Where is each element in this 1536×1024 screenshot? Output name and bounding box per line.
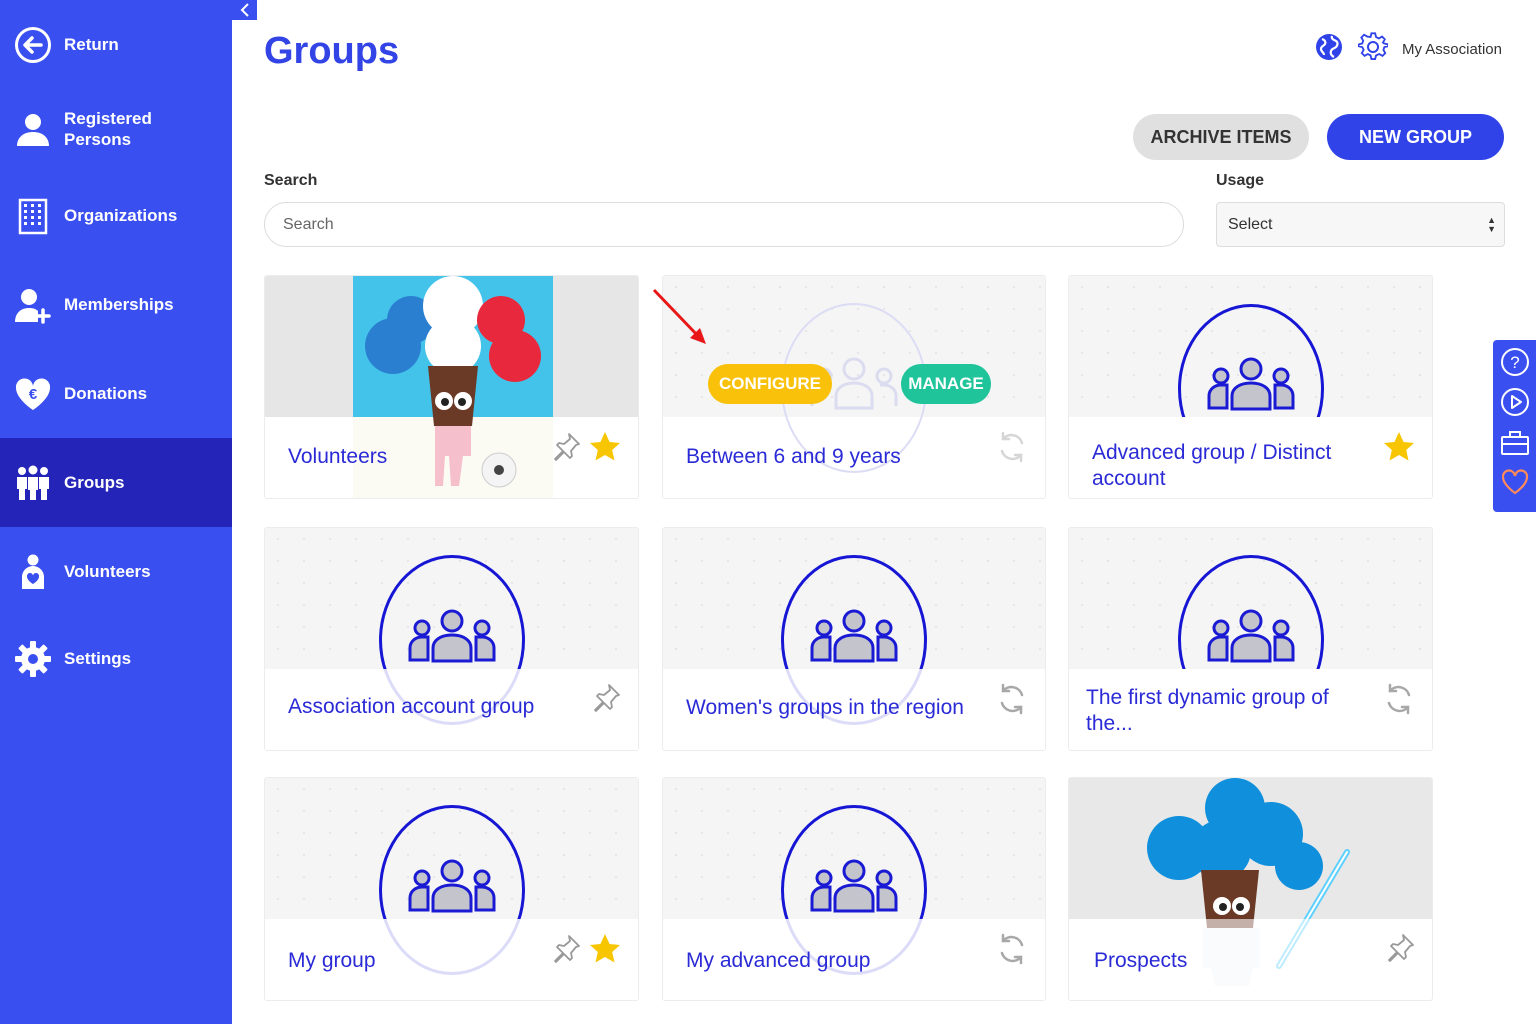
pin-icon[interactable] — [1384, 932, 1416, 969]
card-title: Prospects — [1094, 949, 1188, 972]
card-actions — [995, 430, 1029, 469]
sidebar-item-label: Registered Persons — [64, 108, 152, 149]
new-group-button[interactable]: NEW GROUP — [1327, 114, 1504, 160]
people-icon — [408, 609, 495, 663]
card-title: Association account group — [288, 695, 535, 718]
card-actions — [550, 430, 622, 469]
group-card-between-6-and-9[interactable]: CONFIGURE MANAGE Between 6 and 9 years — [662, 275, 1046, 499]
refresh-icon[interactable] — [995, 682, 1029, 721]
chevron-left-icon — [240, 3, 249, 17]
usage-label: Usage — [1216, 172, 1265, 189]
card-actions — [995, 932, 1029, 971]
sidebar-item-label: Donations — [64, 384, 148, 403]
usage-select[interactable]: Select ▲ ▼ — [1216, 202, 1505, 247]
help-icon[interactable]: ? — [1499, 346, 1531, 378]
refresh-icon[interactable] — [995, 932, 1029, 971]
volunteer-icon — [14, 553, 52, 591]
group-card-first-dynamic-group[interactable]: The first dynamic group of the... — [1068, 527, 1433, 751]
group-card-association-account[interactable]: Association account group — [264, 527, 639, 751]
usage-select-value: Select — [1228, 215, 1273, 233]
search-label: Search — [264, 172, 318, 189]
gear-icon — [14, 640, 52, 678]
card-title: The first dynamic group of the... — [1086, 686, 1329, 735]
group-card-my-advanced-group[interactable]: My advanced group — [662, 777, 1046, 1001]
sidebar-item-label: Memberships — [64, 295, 174, 314]
person-add-icon — [14, 286, 52, 324]
sidebar-item-groups[interactable]: Groups — [0, 438, 232, 527]
sidebar-item-return[interactable]: Return — [0, 0, 232, 89]
help-rail: ? — [1493, 340, 1536, 512]
card-actions — [1382, 430, 1416, 469]
sidebar-item-label: Return — [64, 35, 119, 54]
refresh-icon[interactable] — [1382, 682, 1416, 721]
group-card-womens-groups[interactable]: Women's groups in the region — [662, 527, 1046, 751]
card-title: Women's groups in the region — [686, 696, 964, 719]
card-actions — [590, 682, 622, 719]
globe-icon[interactable] — [1314, 32, 1344, 67]
card-title: My advanced group — [686, 949, 871, 972]
person-icon — [14, 110, 52, 148]
sidebar-collapse-button[interactable] — [232, 0, 257, 20]
manage-button[interactable]: MANAGE — [901, 364, 991, 404]
group-card-advanced-group[interactable]: Advanced group / Distinct account — [1068, 275, 1433, 499]
sidebar-item-volunteers[interactable]: Volunteers — [0, 527, 232, 616]
sidebar-item-memberships[interactable]: Memberships — [0, 260, 232, 349]
building-icon — [14, 197, 52, 235]
toolbox-icon[interactable] — [1499, 426, 1531, 458]
svg-text:€: € — [29, 386, 38, 403]
group-card-my-group[interactable]: My group — [264, 777, 639, 1001]
play-icon[interactable] — [1499, 386, 1531, 418]
sidebar-item-registered-persons[interactable]: Registered Persons — [0, 84, 232, 173]
card-actions — [995, 682, 1029, 721]
association-name[interactable]: My Association — [1402, 41, 1502, 58]
card-actions — [1382, 682, 1416, 721]
star-icon[interactable] — [588, 430, 622, 469]
sidebar-item-label: Settings — [64, 649, 132, 668]
search-input[interactable] — [264, 202, 1184, 247]
card-actions — [1384, 932, 1416, 969]
people-icon — [1207, 357, 1294, 411]
people-icon — [408, 859, 495, 913]
pin-icon[interactable] — [590, 682, 622, 719]
people-icon — [14, 464, 52, 502]
archive-items-button[interactable]: ARCHIVE ITEMS — [1133, 114, 1309, 160]
pin-icon[interactable] — [550, 933, 582, 970]
card-title: Advanced group / Distinct account — [1092, 441, 1332, 490]
card-title: Between 6 and 9 years — [686, 445, 901, 468]
sidebar-item-donations[interactable]: € Donations — [0, 349, 232, 438]
sidebar-item-label: Groups — [64, 473, 125, 492]
star-icon[interactable] — [1382, 430, 1416, 469]
heart-euro-icon: € — [14, 375, 52, 413]
sidebar: Return Registered Persons Organizations … — [0, 0, 232, 1024]
card-title: Volunteers — [288, 445, 388, 468]
select-arrows-icon: ▲ ▼ — [1487, 215, 1496, 234]
people-icon — [810, 609, 898, 663]
annotation-arrow-icon — [652, 288, 706, 344]
header-actions: My Association — [1314, 32, 1502, 67]
page-title: Groups — [264, 30, 400, 72]
refresh-icon[interactable] — [995, 430, 1029, 469]
card-title: My group — [288, 949, 376, 972]
svg-text:?: ? — [1510, 353, 1519, 372]
sidebar-item-organizations[interactable]: Organizations — [0, 171, 232, 260]
group-card-volunteers[interactable]: Volunteers — [264, 275, 639, 499]
star-icon[interactable] — [588, 932, 622, 971]
group-card-prospects[interactable]: Prospects — [1068, 777, 1433, 1001]
sidebar-item-settings[interactable]: Settings — [0, 614, 232, 703]
pin-icon[interactable] — [550, 431, 582, 468]
sidebar-item-label: Volunteers — [64, 562, 151, 581]
people-icon — [810, 859, 898, 913]
heart-icon[interactable] — [1499, 466, 1531, 498]
people-icon — [1207, 609, 1294, 663]
configure-button[interactable]: CONFIGURE — [708, 364, 832, 404]
arrow-left-circle-icon — [14, 26, 52, 64]
gear-icon[interactable] — [1357, 32, 1389, 67]
sidebar-item-label: Organizations — [64, 206, 178, 225]
card-actions — [550, 932, 622, 971]
